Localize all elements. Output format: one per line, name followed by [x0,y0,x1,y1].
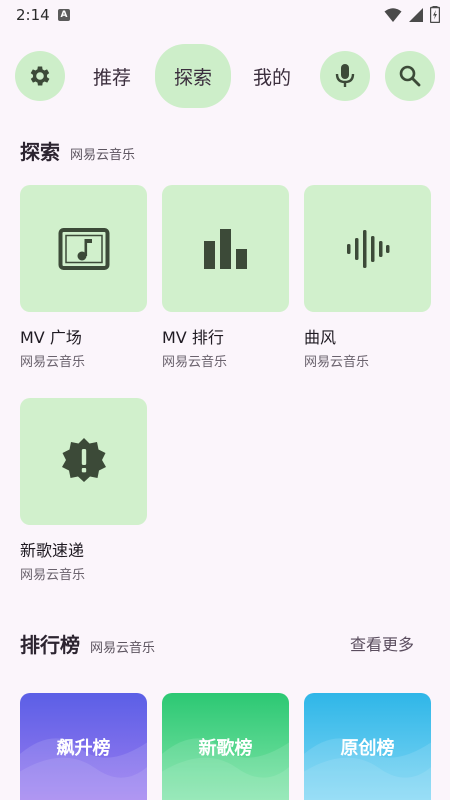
tile-subtitle: 网易云音乐 [162,355,228,370]
tab-label: 推荐 [92,66,131,89]
new-releases-icon [61,437,106,482]
tile-title: 曲风 [304,328,337,347]
gear-icon [30,66,50,86]
tile-icon-box [20,185,147,312]
section-subtitle: 网易云音乐 [70,148,136,163]
battery-icon [430,6,440,23]
view-more-link[interactable]: 查看更多 [350,631,414,655]
voice-search-button[interactable] [320,51,370,101]
accessibility-notification-icon: A [58,9,70,21]
signal-icon [409,7,423,22]
tile-new-songs[interactable]: 新歌速递 网易云音乐 [20,398,147,583]
section-title: 排行榜 [20,633,80,657]
ranking-card-new-songs[interactable]: 新歌榜 [162,693,289,800]
tile-title: 新歌速递 [20,541,85,560]
tab-label: 探索 [173,66,212,89]
tile-title: MV 排行 [162,328,224,347]
tab-label: 我的 [252,66,291,89]
status-icons [384,6,440,23]
top-navigation: 推荐 探索 我的 [0,44,450,108]
tile-icon-box [20,398,147,525]
tab-explore[interactable]: 探索 [155,44,231,108]
ranking-card-label: 新歌榜 [198,737,253,759]
tile-icon-box [304,185,431,312]
wifi-icon [384,7,402,22]
ranking-card-original[interactable]: 原创榜 [304,693,431,800]
search-icon [399,65,421,87]
bar-chart-icon [203,228,247,269]
tile-subtitle: 网易云音乐 [304,355,370,370]
section-title: 探索 [20,140,60,164]
charts-header: 排行榜 网易云音乐 [20,629,155,658]
tile-icon-box [162,185,289,312]
ranking-card-label: 飙升榜 [56,737,111,759]
tab-mine[interactable]: 我的 [242,46,302,106]
ranking-card-soaring[interactable]: 飙升榜 [20,693,147,800]
tile-genre[interactable]: 曲风 网易云音乐 [304,185,431,370]
microphone-icon [335,64,355,87]
music-video-icon [58,227,109,270]
search-button[interactable] [385,51,435,101]
tile-mv-square[interactable]: MV 广场 网易云音乐 [20,185,147,370]
settings-button[interactable] [15,51,65,101]
section-subtitle: 网易云音乐 [90,641,156,656]
tile-mv-ranking[interactable]: MV 排行 网易云音乐 [162,185,289,370]
tile-subtitle: 网易云音乐 [20,568,86,583]
tile-title: MV 广场 [20,328,82,347]
sound-wave-icon [346,229,389,268]
tab-recommend[interactable]: 推荐 [82,46,142,106]
status-time: 2:14 [16,6,50,24]
explore-header: 探索 网易云音乐 [20,136,135,165]
tile-subtitle: 网易云音乐 [20,355,86,370]
ranking-card-label: 原创榜 [340,737,395,759]
status-bar: 2:14 A [0,0,450,32]
